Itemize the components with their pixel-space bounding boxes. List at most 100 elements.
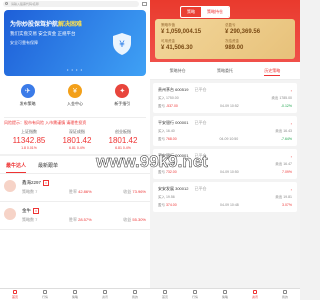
- strategy-tabs: 策略持仓 策略委托 历史策略: [150, 62, 300, 80]
- trader-stats: 策略数 7 胜率 42.86% 收益 73.96%: [22, 189, 146, 194]
- index-change: 6.81 0.4%: [69, 146, 85, 150]
- home-icon: [12, 290, 17, 294]
- chevron-right-icon: ›: [290, 120, 292, 126]
- order-card[interactable]: 安安发展 300012 已平仓 › 买入 19.56 卖出 19.81 盈亏 374.…: [153, 182, 297, 212]
- index-value: 1801.42: [62, 136, 92, 145]
- tab-strategy[interactable]: 策略: [72, 290, 78, 299]
- avatar: [4, 180, 16, 192]
- summary-label: 可用资金: [161, 39, 175, 43]
- chevron-right-icon: ›: [290, 153, 292, 159]
- user-icon: [282, 290, 287, 294]
- trader-row[interactable]: 鑫海2297 V 策略数 7 胜率 42.86% 收益 73.96%: [0, 174, 150, 202]
- tab-history[interactable]: 历史策略: [264, 68, 281, 76]
- order-status: 已平仓: [194, 120, 207, 125]
- tab-market[interactable]: 行情: [192, 290, 198, 299]
- chevron-right-icon: ›: [290, 186, 292, 192]
- index-quote[interactable]: 创业板指 1801.42 6.81 0.4%: [109, 129, 138, 150]
- quick-label: 发布策略: [19, 101, 36, 106]
- right-panel: 策略 策略持仓 策略市值 ¥ 1,059,004.15 总盈亏 ¥ 290,369.…: [150, 0, 300, 300]
- quick-actions: ✈ 发布策略 ¥ 入金中心 ✦ 新手指引: [0, 76, 150, 111]
- tab-market[interactable]: 行情: [42, 290, 48, 299]
- summary-value: ¥ 290,369.56: [225, 29, 261, 35]
- home-icon: [162, 290, 167, 294]
- send-icon: ✈: [20, 84, 35, 98]
- order-card[interactable]: 贵州茅台 600519 已平仓 › 买入 1750.00 卖出 1785.00 盈亏 …: [153, 83, 297, 113]
- account-summary-card: 策略市值 ¥ 1,059,004.15 总盈亏 ¥ 290,369.56 可用资金 ¥…: [155, 19, 295, 59]
- guide-icon: ✦: [115, 84, 130, 98]
- shield-icon: ¥: [113, 33, 131, 55]
- index-name: 创业板指: [114, 129, 131, 134]
- tab-top-traders[interactable]: 最牛达人: [6, 162, 27, 173]
- order-card[interactable]: 平安银行 000001 已平仓 › 买入 16.40 卖出 16.43 盈亏 768.…: [153, 116, 297, 146]
- tab-home[interactable]: 首页: [12, 290, 18, 299]
- user-icon: [132, 290, 137, 294]
- svg-text:¥: ¥: [119, 40, 125, 50]
- tab-positions[interactable]: 策略持仓: [170, 68, 186, 76]
- seg-strategy[interactable]: 策略: [181, 7, 201, 17]
- order-status: 已平仓: [194, 87, 207, 92]
- risk-ticker[interactable]: 风险提示：股市有风险 入市需谨慎 请理性投资: [4, 117, 146, 127]
- index-value: 1801.42: [108, 136, 138, 145]
- trader-stats: 策略数 7 胜率 28.57% 收益 55.30%: [22, 217, 146, 222]
- strategy-header: 策略 策略持仓 策略市值 ¥ 1,059,004.15 总盈亏 ¥ 290,369.…: [150, 0, 300, 62]
- quick-guide[interactable]: ✦ 新手指引: [102, 84, 142, 107]
- tab-strategy[interactable]: 策略: [222, 290, 228, 299]
- trader-row[interactable]: 金牛 V 策略数 7 胜率 28.57% 收益 55.30%: [0, 202, 150, 230]
- top-bar: 请输入股票代码/名称: [0, 0, 150, 8]
- trader-name: 鑫海2297 V: [22, 180, 50, 186]
- news-icon: [252, 290, 257, 294]
- chevron-right-icon: ›: [290, 87, 292, 93]
- watermark: www.99k9.net: [96, 152, 208, 172]
- quick-label: 入金中心: [66, 101, 83, 106]
- promo-banner[interactable]: 为你炒股保驾护航解决困难 我们实盘交易 安全资金 正规平台 安全可靠有保障 ¥ …: [4, 10, 146, 76]
- trader-name: 金牛 V: [22, 208, 40, 214]
- quick-deposit[interactable]: ¥ 入金中心: [55, 84, 95, 107]
- tab-orders[interactable]: 策略委托: [217, 68, 233, 76]
- index-change: 1.8 0.01%: [21, 146, 37, 150]
- index-value: 11342.85: [12, 136, 46, 145]
- search-input[interactable]: 请输入股票代码/名称: [3, 1, 139, 7]
- chart-icon: [192, 290, 197, 294]
- tab-latest-follow[interactable]: 最新跟单: [38, 162, 58, 173]
- summary-label: 策略市值: [161, 23, 175, 27]
- banner-subline: 我们实盘交易 安全资金 正规平台: [10, 31, 76, 36]
- quick-label: 新手指引: [114, 101, 131, 106]
- quick-publish[interactable]: ✈ 发布策略: [8, 84, 48, 107]
- search-icon: [5, 2, 8, 5]
- index-change: 6.81 0.4%: [115, 146, 131, 150]
- plus-icon: [222, 290, 227, 294]
- banner-headline: 为你炒股保驾护航解决困难: [10, 22, 83, 28]
- avatar: [4, 208, 16, 220]
- tab-news[interactable]: 资讯: [102, 290, 108, 299]
- summary-value: 989.00: [225, 45, 244, 51]
- index-name: 上证指数: [20, 129, 37, 134]
- order-status: 已平仓: [194, 186, 207, 191]
- index-quote[interactable]: 深证成指 1801.42 6.81 0.4%: [62, 129, 91, 150]
- news-icon: [102, 290, 107, 294]
- tab-home[interactable]: 首页: [162, 290, 168, 299]
- banner-tagline: 安全可靠有保障: [10, 40, 38, 45]
- bottom-tabbar: 首页 行情 策略 资讯 我的: [0, 288, 150, 300]
- summary-label: 冻结资金: [225, 39, 239, 43]
- carousel-dots: • • • •: [67, 67, 83, 72]
- left-panel: 请输入股票代码/名称 为你炒股保驾护航解决困难 我们实盘交易 安全资金 正规平台…: [0, 0, 150, 300]
- tab-mine[interactable]: 我的: [282, 290, 288, 299]
- seg-positions[interactable]: 策略持仓: [201, 7, 229, 17]
- summary-value: ¥ 1,059,004.15: [161, 29, 202, 35]
- summary-label: 总盈亏: [225, 23, 236, 27]
- order-title: 平安银行 000001: [158, 120, 189, 125]
- order-title: 安安发展 300012: [158, 186, 189, 191]
- tab-news[interactable]: 资讯: [252, 290, 258, 299]
- index-quote[interactable]: 上证指数 11342.85 1.8 0.01%: [13, 129, 46, 150]
- chart-icon: [42, 290, 47, 294]
- plus-icon: [72, 290, 77, 294]
- message-icon[interactable]: [142, 2, 147, 6]
- summary-value: ¥ 41,506.30: [161, 45, 193, 51]
- tab-mine[interactable]: 我的: [132, 290, 138, 299]
- segment-control: 策略 策略持仓: [180, 6, 230, 18]
- order-title: 贵州茅台 600519: [158, 87, 189, 92]
- index-name: 深证成指: [68, 129, 85, 134]
- bottom-tabbar: 首页 行情 策略 资讯 我的: [150, 288, 300, 300]
- wallet-icon: ¥: [67, 84, 82, 98]
- search-placeholder: 请输入股票代码/名称: [11, 2, 39, 6]
